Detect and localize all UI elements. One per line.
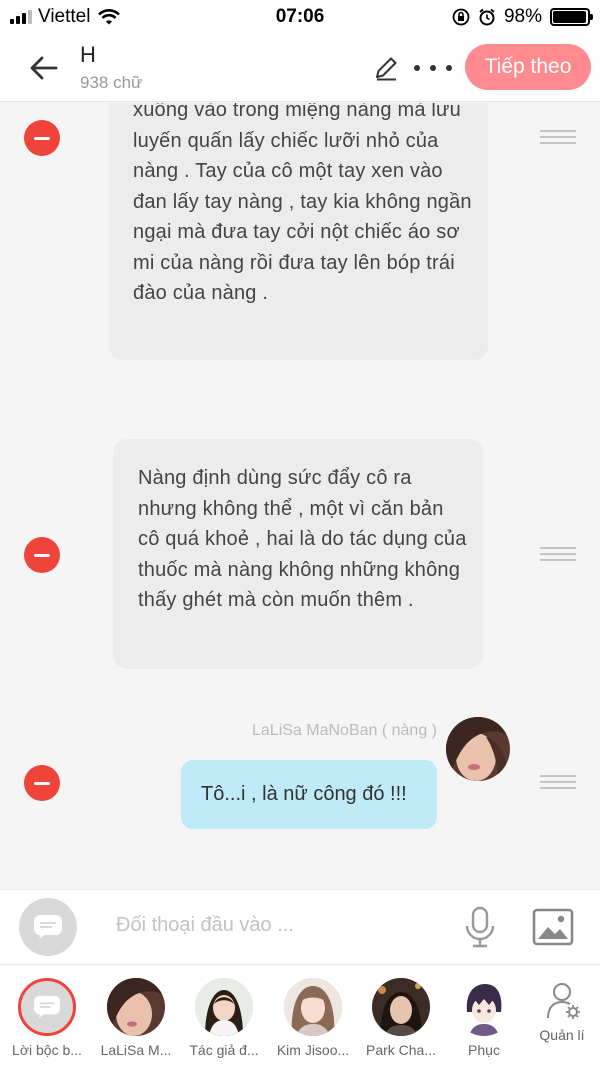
manage-label: Quản lí bbox=[539, 1027, 585, 1043]
remove-message-button[interactable] bbox=[24, 765, 60, 801]
back-arrow-icon[interactable] bbox=[28, 52, 60, 84]
manage-button[interactable]: Quản lí bbox=[534, 980, 590, 1043]
character-bar: Lời bộc b... LaLiSa M... Tác giả đ... Ki… bbox=[0, 966, 600, 1067]
wifi-icon bbox=[98, 9, 121, 25]
image-icon[interactable] bbox=[532, 908, 574, 946]
more-options-button[interactable] bbox=[414, 54, 452, 82]
avatar bbox=[195, 978, 253, 1036]
character-item-narrator[interactable]: Lời bộc b... bbox=[5, 978, 89, 1058]
pencil-icon[interactable] bbox=[372, 54, 400, 82]
character-label: Tác giả đ... bbox=[189, 1042, 259, 1058]
character-label: Park Cha... bbox=[365, 1042, 437, 1058]
drag-handle-icon[interactable] bbox=[540, 547, 576, 561]
character-item[interactable]: Kim Jisoo... bbox=[271, 978, 355, 1058]
battery-icon bbox=[550, 8, 593, 26]
battery-level bbox=[553, 11, 587, 23]
battery-percent: 98% bbox=[503, 6, 542, 27]
alarm-icon bbox=[479, 8, 495, 26]
microphone-icon[interactable] bbox=[462, 906, 498, 948]
remove-message-button[interactable] bbox=[24, 537, 60, 573]
signal-icon bbox=[10, 10, 32, 24]
character-label: Lời bộc b... bbox=[12, 1042, 82, 1058]
drag-handle-icon[interactable] bbox=[540, 775, 576, 789]
message-bubble-self[interactable]: Tô...i , là nữ công đó !!! bbox=[181, 760, 437, 829]
chat-area[interactable]: xuống vào trong miệng nàng mà lưu luyến … bbox=[0, 103, 600, 889]
chat-bubble-icon bbox=[34, 995, 60, 1019]
avatar bbox=[455, 978, 513, 1036]
avatar bbox=[107, 978, 165, 1036]
user-settings-icon bbox=[547, 983, 580, 1019]
input-bar bbox=[0, 889, 600, 965]
character-item[interactable]: Tác giả đ... bbox=[182, 978, 266, 1058]
rotation-lock-icon bbox=[452, 8, 470, 26]
drag-handle-icon[interactable] bbox=[540, 130, 576, 144]
character-label: Kim Jisoo... bbox=[276, 1042, 350, 1058]
remove-message-button[interactable] bbox=[24, 120, 60, 156]
message-bubble[interactable]: xuống vào trong miệng nàng mà lưu luyến … bbox=[109, 103, 488, 360]
status-bar: Viettel 07:06 98% bbox=[0, 0, 600, 34]
next-button[interactable]: Tiếp theo bbox=[465, 44, 591, 90]
character-label: LaLiSa M... bbox=[100, 1042, 172, 1058]
carrier-name: Viettel bbox=[38, 6, 91, 27]
narrator-button[interactable] bbox=[19, 898, 77, 956]
avatar bbox=[284, 978, 342, 1036]
page-title: H bbox=[80, 42, 96, 67]
character-item[interactable]: Park Cha... bbox=[359, 978, 443, 1058]
word-count: 938 chữ bbox=[80, 73, 143, 92]
character-item[interactable]: LaLiSa M... bbox=[94, 978, 178, 1058]
header: H 938 chữ Tiếp theo bbox=[0, 34, 600, 102]
character-label: Phục bbox=[468, 1042, 500, 1058]
message-bubble[interactable]: Nàng định dùng sức đẩy cô ra nhưng không… bbox=[113, 439, 483, 669]
narrator-avatar bbox=[18, 978, 76, 1036]
character-item[interactable]: Phục bbox=[442, 978, 526, 1058]
speaker-name: LaLiSa MaNoBan ( nàng ) bbox=[252, 722, 437, 739]
chat-bubble-icon bbox=[34, 915, 62, 939]
avatar[interactable] bbox=[446, 717, 510, 781]
dialogue-input[interactable] bbox=[116, 914, 446, 937]
avatar bbox=[372, 978, 430, 1036]
